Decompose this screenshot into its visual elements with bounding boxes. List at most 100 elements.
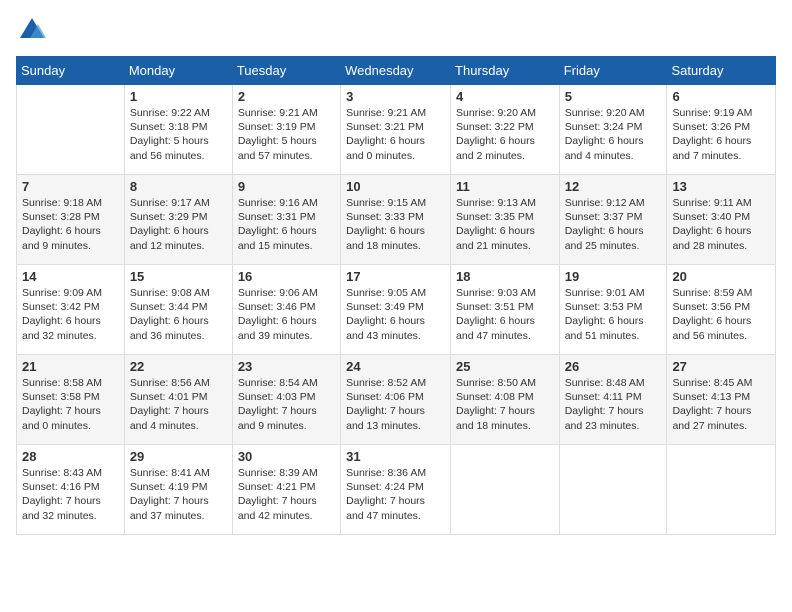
day-number: 26	[565, 359, 662, 374]
calendar-cell: 29 Sunrise: 8:41 AMSunset: 4:19 PMDayligh…	[124, 445, 232, 535]
day-number: 23	[238, 359, 335, 374]
day-header-saturday: Saturday	[667, 57, 776, 85]
day-number: 30	[238, 449, 335, 464]
day-number: 13	[672, 179, 770, 194]
day-number: 19	[565, 269, 662, 284]
cell-details: Sunrise: 9:15 AMSunset: 3:33 PMDaylight:…	[346, 196, 445, 253]
day-number: 8	[130, 179, 227, 194]
cell-details: Sunrise: 8:45 AMSunset: 4:13 PMDaylight:…	[672, 376, 770, 433]
calendar-cell: 26 Sunrise: 8:48 AMSunset: 4:11 PMDayligh…	[559, 355, 667, 445]
day-number: 25	[456, 359, 554, 374]
cell-details: Sunrise: 9:22 AMSunset: 3:18 PMDaylight:…	[130, 106, 227, 163]
cell-details: Sunrise: 9:18 AMSunset: 3:28 PMDaylight:…	[22, 196, 119, 253]
calendar-cell: 5Sunrise: 9:20 AMSunset: 3:24 PMDaylight…	[559, 85, 667, 175]
cell-details: Sunrise: 9:16 AMSunset: 3:31 PMDaylight:…	[238, 196, 335, 253]
day-number: 6	[672, 89, 770, 104]
day-number: 16	[238, 269, 335, 284]
cell-details: Sunrise: 9:17 AMSunset: 3:29 PMDaylight:…	[130, 196, 227, 253]
calendar-cell	[667, 445, 776, 535]
calendar-row: 21Sunrise: 8:58 AMSunset: 3:58 PMDayligh…	[17, 355, 776, 445]
calendar-row: 28 Sunrise: 8:43 AMSunset: 4:16 PMDayligh…	[17, 445, 776, 535]
cell-details: Sunrise: 8:43 AMSunset: 4:16 PMDaylight:…	[22, 466, 119, 523]
cell-details: Sunrise: 9:21 AMSunset: 3:21 PMDaylight:…	[346, 106, 445, 163]
calendar-cell: 1 Sunrise: 9:22 AMSunset: 3:18 PMDaylight…	[124, 85, 232, 175]
logo-general	[16, 16, 46, 44]
day-number: 4	[456, 89, 554, 104]
day-number: 31	[346, 449, 445, 464]
day-number: 2	[238, 89, 335, 104]
cell-details: Sunrise: 9:11 AMSunset: 3:40 PMDaylight:…	[672, 196, 770, 253]
calendar-cell	[559, 445, 667, 535]
cell-details: Sunrise: 8:48 AMSunset: 4:11 PMDaylight:…	[565, 376, 662, 433]
calendar-cell: 24Sunrise: 8:52 AMSunset: 4:06 PMDayligh…	[341, 355, 451, 445]
day-number: 28	[22, 449, 119, 464]
cell-details: Sunrise: 8:59 AMSunset: 3:56 PMDaylight:…	[672, 286, 770, 343]
cell-details: Sunrise: 8:50 AMSunset: 4:08 PMDaylight:…	[456, 376, 554, 433]
calendar-cell: 3Sunrise: 9:21 AMSunset: 3:21 PMDaylight…	[341, 85, 451, 175]
cell-details: Sunrise: 8:56 AMSunset: 4:01 PMDaylight:…	[130, 376, 227, 433]
calendar-cell: 23 Sunrise: 8:54 AMSunset: 4:03 PMDayligh…	[232, 355, 340, 445]
day-header-tuesday: Tuesday	[232, 57, 340, 85]
cell-details: Sunrise: 8:39 AMSunset: 4:21 PMDaylight:…	[238, 466, 335, 523]
calendar-row: 1 Sunrise: 9:22 AMSunset: 3:18 PMDaylight…	[17, 85, 776, 175]
day-number: 14	[22, 269, 119, 284]
day-number: 11	[456, 179, 554, 194]
cell-details: Sunrise: 9:01 AMSunset: 3:53 PMDaylight:…	[565, 286, 662, 343]
day-number: 7	[22, 179, 119, 194]
calendar-cell: 20Sunrise: 8:59 AMSunset: 3:56 PMDayligh…	[667, 265, 776, 355]
day-number: 9	[238, 179, 335, 194]
calendar-header-row: SundayMondayTuesdayWednesdayThursdayFrid…	[17, 57, 776, 85]
calendar-cell: 2 Sunrise: 9:21 AMSunset: 3:19 PMDaylight…	[232, 85, 340, 175]
day-number: 15	[130, 269, 227, 284]
calendar-cell: 10 Sunrise: 9:15 AMSunset: 3:33 PMDayligh…	[341, 175, 451, 265]
cell-details: Sunrise: 8:58 AMSunset: 3:58 PMDaylight:…	[22, 376, 119, 433]
day-header-wednesday: Wednesday	[341, 57, 451, 85]
calendar-cell: 9 Sunrise: 9:16 AMSunset: 3:31 PMDaylight…	[232, 175, 340, 265]
calendar-cell: 31 Sunrise: 8:36 AMSunset: 4:24 PMDayligh…	[341, 445, 451, 535]
cell-details: Sunrise: 9:19 AMSunset: 3:26 PMDaylight:…	[672, 106, 770, 163]
calendar-cell: 13 Sunrise: 9:11 AMSunset: 3:40 PMDayligh…	[667, 175, 776, 265]
calendar-cell: 4 Sunrise: 9:20 AMSunset: 3:22 PMDaylight…	[451, 85, 560, 175]
calendar-cell: 27Sunrise: 8:45 AMSunset: 4:13 PMDayligh…	[667, 355, 776, 445]
day-header-sunday: Sunday	[17, 57, 125, 85]
calendar-cell: 12Sunrise: 9:12 AMSunset: 3:37 PMDayligh…	[559, 175, 667, 265]
calendar-cell: 14 Sunrise: 9:09 AMSunset: 3:42 PMDayligh…	[17, 265, 125, 355]
calendar-cell: 17 Sunrise: 9:05 AMSunset: 3:49 PMDayligh…	[341, 265, 451, 355]
day-number: 17	[346, 269, 445, 284]
calendar-cell: 7 Sunrise: 9:18 AMSunset: 3:28 PMDaylight…	[17, 175, 125, 265]
day-number: 29	[130, 449, 227, 464]
calendar-cell: 21Sunrise: 8:58 AMSunset: 3:58 PMDayligh…	[17, 355, 125, 445]
cell-details: Sunrise: 8:54 AMSunset: 4:03 PMDaylight:…	[238, 376, 335, 433]
cell-details: Sunrise: 9:09 AMSunset: 3:42 PMDaylight:…	[22, 286, 119, 343]
cell-details: Sunrise: 8:36 AMSunset: 4:24 PMDaylight:…	[346, 466, 445, 523]
day-number: 22	[130, 359, 227, 374]
cell-details: Sunrise: 9:03 AMSunset: 3:51 PMDaylight:…	[456, 286, 554, 343]
cell-details: Sunrise: 9:20 AMSunset: 3:24 PMDaylight:…	[565, 106, 662, 163]
cell-details: Sunrise: 9:08 AMSunset: 3:44 PMDaylight:…	[130, 286, 227, 343]
calendar-cell: 8 Sunrise: 9:17 AMSunset: 3:29 PMDaylight…	[124, 175, 232, 265]
calendar-row: 14 Sunrise: 9:09 AMSunset: 3:42 PMDayligh…	[17, 265, 776, 355]
day-header-thursday: Thursday	[451, 57, 560, 85]
cell-details: Sunrise: 8:52 AMSunset: 4:06 PMDaylight:…	[346, 376, 445, 433]
calendar-cell: 18 Sunrise: 9:03 AMSunset: 3:51 PMDayligh…	[451, 265, 560, 355]
calendar-table: SundayMondayTuesdayWednesdayThursdayFrid…	[16, 56, 776, 535]
calendar-cell: 16Sunrise: 9:06 AMSunset: 3:46 PMDayligh…	[232, 265, 340, 355]
calendar-cell	[17, 85, 125, 175]
calendar-cell: 30 Sunrise: 8:39 AMSunset: 4:21 PMDayligh…	[232, 445, 340, 535]
calendar-cell: 6 Sunrise: 9:19 AMSunset: 3:26 PMDaylight…	[667, 85, 776, 175]
cell-details: Sunrise: 9:20 AMSunset: 3:22 PMDaylight:…	[456, 106, 554, 163]
calendar-cell: 15 Sunrise: 9:08 AMSunset: 3:44 PMDayligh…	[124, 265, 232, 355]
cell-details: Sunrise: 8:41 AMSunset: 4:19 PMDaylight:…	[130, 466, 227, 523]
day-number: 1	[130, 89, 227, 104]
day-number: 18	[456, 269, 554, 284]
day-number: 10	[346, 179, 445, 194]
calendar-cell	[451, 445, 560, 535]
calendar-cell: 28 Sunrise: 8:43 AMSunset: 4:16 PMDayligh…	[17, 445, 125, 535]
cell-details: Sunrise: 9:05 AMSunset: 3:49 PMDaylight:…	[346, 286, 445, 343]
calendar-cell: 22 Sunrise: 8:56 AMSunset: 4:01 PMDayligh…	[124, 355, 232, 445]
day-header-friday: Friday	[559, 57, 667, 85]
logo	[16, 16, 46, 44]
cell-details: Sunrise: 9:13 AMSunset: 3:35 PMDaylight:…	[456, 196, 554, 253]
cell-details: Sunrise: 9:12 AMSunset: 3:37 PMDaylight:…	[565, 196, 662, 253]
cell-details: Sunrise: 9:21 AMSunset: 3:19 PMDaylight:…	[238, 106, 335, 163]
